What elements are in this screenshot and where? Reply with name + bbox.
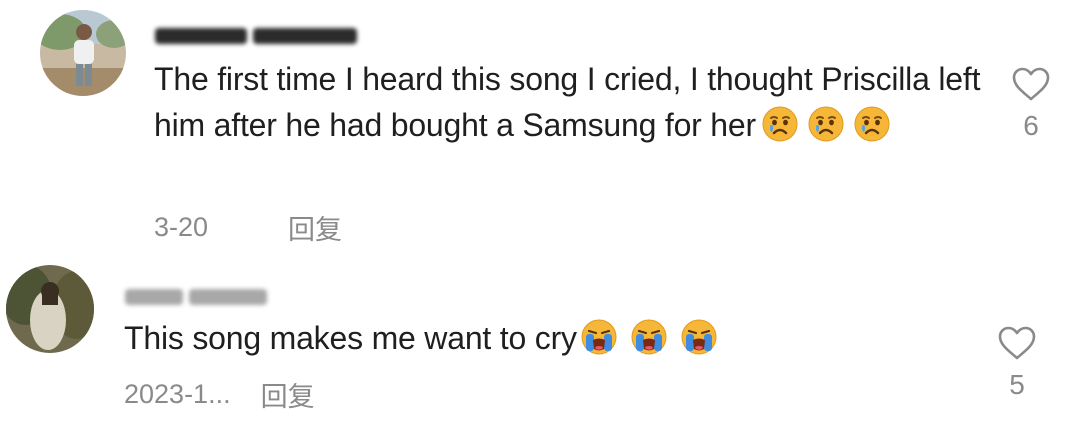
sad-cry-emoji (854, 106, 890, 142)
comment-date: 2023-1... (124, 379, 231, 409)
avatar[interactable] (6, 265, 94, 353)
reply-button[interactable]: 回复 (261, 375, 315, 414)
loudly-crying-emoji (681, 319, 717, 355)
like-count: 6 (1023, 110, 1039, 141)
blurred-username-block (253, 28, 357, 44)
sad-cry-emoji (808, 106, 844, 142)
username[interactable] (125, 283, 267, 311)
comment-item: The first time I heard this song I cried… (0, 0, 1080, 250)
username[interactable] (155, 22, 357, 50)
heart-outline-icon[interactable] (1011, 66, 1051, 102)
like-button[interactable]: 6 (1008, 66, 1054, 142)
blurred-username-block (155, 28, 247, 44)
heart-outline-icon[interactable] (997, 325, 1037, 361)
comment-meta: 3-20 回复 (154, 208, 342, 247)
comment-date: 3-20 (154, 212, 209, 242)
comment-meta: 2023-1... 回复 (124, 375, 315, 414)
comment-item: This song makes me want to cry 2023-1...… (0, 255, 1080, 445)
like-count: 5 (1009, 369, 1025, 400)
comment-text: The first time I heard this song I cried… (154, 56, 984, 148)
comment-body: This song makes me want to cry (124, 320, 577, 356)
like-button[interactable]: 5 (994, 325, 1040, 401)
loudly-crying-emoji (631, 319, 667, 355)
blurred-username-block (125, 289, 183, 305)
reply-button[interactable]: 回复 (288, 208, 342, 247)
sad-cry-emoji (762, 106, 798, 142)
comment-text: This song makes me want to cry (124, 315, 964, 361)
blurred-username-block (189, 289, 267, 305)
avatar[interactable] (40, 10, 126, 96)
loudly-crying-emoji (581, 319, 617, 355)
